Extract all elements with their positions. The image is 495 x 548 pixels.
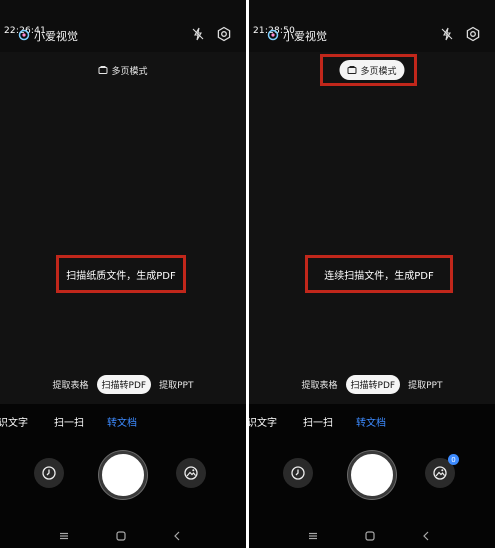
multipage-icon — [98, 66, 108, 74]
multipage-toggle[interactable]: 多页模式 — [90, 60, 155, 80]
settings-gear-icon[interactable] — [216, 26, 232, 42]
history-clock-icon — [42, 466, 56, 480]
mode-scan-to-pdf[interactable]: 扫描转PDF — [345, 374, 401, 394]
nav-menu-icon[interactable] — [58, 530, 70, 542]
gallery-icon — [433, 466, 447, 480]
nav-home-icon[interactable] — [115, 530, 127, 542]
scan-hint-text: 连续扫描文件，生成PDF — [324, 270, 434, 282]
top-bar: 22:26:41 小爱视觉 — [0, 18, 246, 52]
gallery-button[interactable]: 0 — [425, 454, 459, 488]
mode-extract-table[interactable]: 提取表格 — [49, 375, 93, 394]
gallery-icon — [184, 466, 198, 480]
mode-scan-to-pdf[interactable]: 扫描转PDF — [96, 374, 152, 394]
tab-scan[interactable]: 扫一扫 — [303, 414, 333, 429]
multipage-toggle[interactable]: 多页模式 — [339, 60, 405, 80]
scan-hint: 扫描纸质文件，生成PDF — [56, 255, 186, 293]
scan-hint: 连续扫描文件，生成PDF — [305, 255, 453, 293]
app-title: 小爱视觉 — [34, 30, 78, 43]
gallery-button[interactable] — [176, 458, 206, 488]
settings-gear-icon[interactable] — [465, 26, 481, 42]
system-nav-bar — [0, 524, 246, 548]
top-bar: 21:28:50 小爱视觉 — [249, 18, 495, 52]
mode-extract-table[interactable]: 提取表格 — [298, 375, 342, 394]
tab-recognize-text[interactable]: 识文字 — [249, 414, 277, 429]
multipage-icon — [347, 66, 357, 74]
history-button[interactable] — [283, 458, 313, 488]
shutter-button[interactable] — [99, 451, 147, 499]
camera-viewfinder[interactable] — [249, 52, 495, 404]
shutter-button[interactable] — [348, 451, 396, 499]
nav-menu-icon[interactable] — [307, 530, 319, 542]
mode-extract-ppt[interactable]: 提取PPT — [404, 375, 446, 394]
history-clock-icon — [291, 466, 305, 480]
tab-convert-doc[interactable]: 转文档 — [107, 414, 137, 429]
tab-recognize-text[interactable]: 识文字 — [0, 414, 28, 429]
app-logo-icon — [18, 29, 30, 41]
multipage-label: 多页模式 — [111, 66, 148, 77]
system-nav-bar — [249, 524, 495, 548]
history-button[interactable] — [34, 458, 64, 488]
phone-screen-left: 22:26:41 小爱视觉 多页模式 扫描纸质文件，生成PDF 提取表格 扫描转… — [0, 0, 246, 548]
gallery-count-badge: 0 — [448, 454, 459, 465]
scan-hint-text: 扫描纸质文件，生成PDF — [66, 270, 176, 282]
app-logo-icon — [267, 29, 279, 41]
mode-selector: 提取表格 扫描转PDF 提取PPT — [0, 374, 246, 394]
tab-convert-doc[interactable]: 转文档 — [356, 414, 386, 429]
flash-off-icon[interactable] — [440, 27, 454, 41]
mode-extract-ppt[interactable]: 提取PPT — [155, 375, 197, 394]
bottom-controls: 识文字 扫一扫 转文档 0 — [249, 404, 495, 548]
flash-off-icon[interactable] — [191, 27, 205, 41]
nav-back-icon[interactable] — [420, 530, 432, 542]
camera-viewfinder[interactable] — [0, 52, 246, 404]
mode-selector: 提取表格 扫描转PDF 提取PPT — [249, 374, 495, 394]
phone-screen-right: 21:28:50 小爱视觉 多页模式 连续扫描文件，生成PDF 提取表格 扫描转… — [249, 0, 495, 548]
tab-scan[interactable]: 扫一扫 — [54, 414, 84, 429]
app-title: 小爱视觉 — [283, 30, 327, 43]
nav-home-icon[interactable] — [364, 530, 376, 542]
nav-back-icon[interactable] — [171, 530, 183, 542]
multipage-label: 多页模式 — [360, 66, 397, 77]
bottom-controls: 识文字 扫一扫 转文档 — [0, 404, 246, 548]
